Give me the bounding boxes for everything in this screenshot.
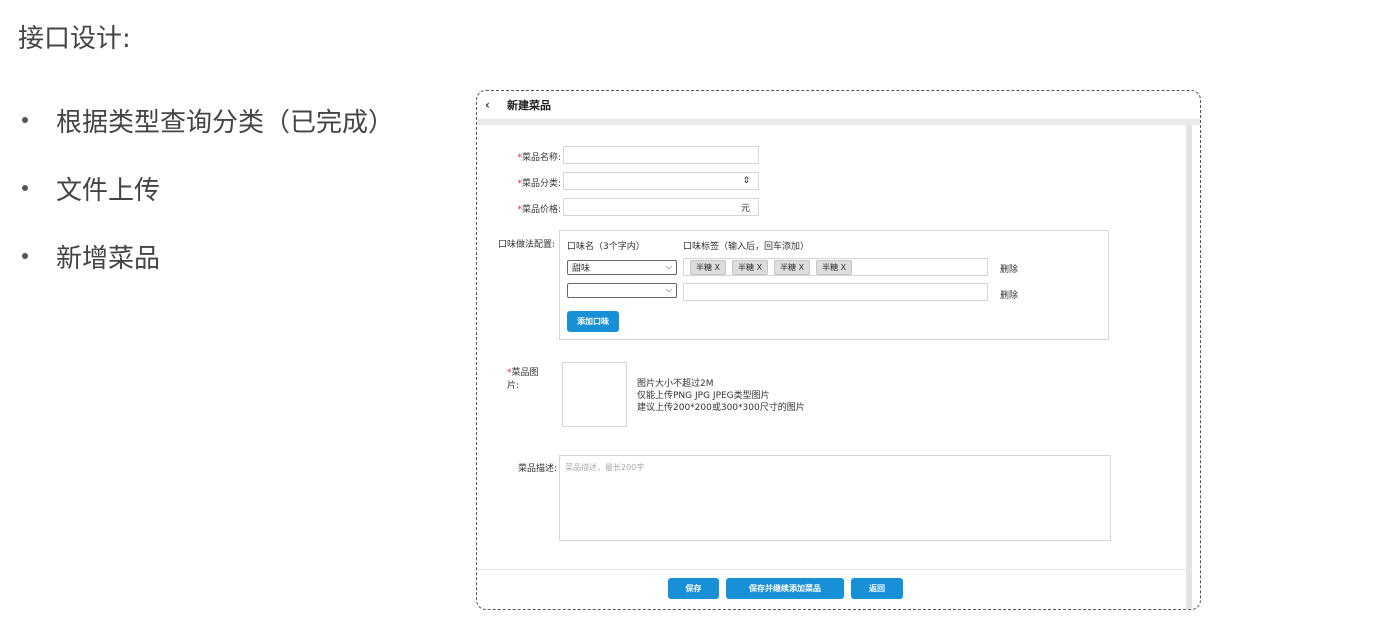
- dish-image-label: *菜品图片:: [507, 368, 539, 391]
- flavor-tag[interactable]: 半糖 X: [774, 259, 811, 275]
- bullet-text: 文件上传: [56, 175, 161, 206]
- dish-description-label: 菜品描述:: [517, 464, 557, 474]
- dish-category-label: *菜品分类:: [517, 179, 561, 189]
- back-button[interactable]: 返回: [851, 578, 903, 599]
- dish-name-label: *菜品名称:: [517, 153, 561, 163]
- dish-description-textarea[interactable]: 菜品描述，最长200字: [559, 455, 1111, 541]
- chevron-down-icon: ⌵: [665, 262, 672, 271]
- back-chevron-icon[interactable]: ‹: [485, 98, 499, 112]
- flavor-tag[interactable]: 半糖 X: [732, 259, 769, 275]
- bullet-dot: [22, 185, 28, 191]
- price-unit: 元: [740, 203, 750, 214]
- description-placeholder: 菜品描述，最长200字: [565, 463, 645, 472]
- bullet-dot: [22, 253, 28, 259]
- dish-price-input[interactable]: 元: [563, 198, 759, 216]
- select-arrow-icon: ⇕: [742, 176, 750, 186]
- save-and-continue-button[interactable]: 保存并继续添加菜品: [726, 578, 844, 599]
- bullet-item: 根据类型查询分类（已完成）: [22, 86, 394, 154]
- flavor-name-value: 甜味: [572, 264, 591, 274]
- bullet-text: 根据类型查询分类（已完成）: [56, 107, 395, 138]
- window-header: ‹ 新建菜品: [477, 91, 1200, 119]
- flavor-tags-input[interactable]: [683, 283, 988, 301]
- bullet-item: 文件上传: [22, 154, 394, 222]
- flavor-tag[interactable]: 半糖 X: [690, 259, 727, 275]
- dish-price-label: *菜品价格:: [517, 205, 561, 215]
- add-flavor-button[interactable]: 添加口味: [567, 311, 619, 332]
- dish-category-select[interactable]: ⇕: [563, 172, 759, 190]
- flavor-tag[interactable]: 半糖 X: [816, 259, 853, 275]
- flavor-tags-header: 口味标签（输入后，回车添加）: [683, 242, 810, 252]
- delete-flavor-link[interactable]: 删除: [1000, 288, 1018, 301]
- flavor-tags-input[interactable]: 半糖 X 半糖 X 半糖 X 半糖 X: [683, 258, 988, 276]
- image-upload-box[interactable]: [562, 362, 627, 427]
- dish-name-input[interactable]: [563, 146, 759, 164]
- bullet-item: 新增菜品: [22, 222, 394, 290]
- save-button[interactable]: 保存: [668, 578, 719, 599]
- image-hint: 建议上传200*200或300*300尺寸的图片: [637, 403, 805, 413]
- chevron-down-icon: ⌵: [665, 285, 672, 294]
- bullet-dot: [22, 117, 28, 123]
- flavor-name-select[interactable]: ⌵: [567, 283, 677, 298]
- delete-flavor-link[interactable]: 删除: [1000, 262, 1018, 275]
- flavor-config-box: 口味名（3个字内） 口味标签（输入后，回车添加） 甜味 ⌵ 半糖 X 半糖 X …: [559, 230, 1109, 340]
- form-body: *菜品名称: *菜品分类: ⇕ *菜品价格: 元 口味做法配置: 口味名（3个字…: [477, 125, 1187, 609]
- bullet-text: 新增菜品: [56, 243, 161, 274]
- bullet-list: 根据类型查询分类（已完成） 文件上传 新增菜品: [22, 86, 394, 290]
- flavor-config-label: 口味做法配置:: [497, 240, 555, 250]
- flavor-name-header: 口味名（3个字内）: [567, 242, 645, 252]
- flavor-name-select[interactable]: 甜味 ⌵: [567, 260, 677, 275]
- slide-title: 接口设计:: [18, 24, 131, 54]
- footer-divider: [477, 569, 1187, 570]
- window-title: 新建菜品: [507, 99, 551, 112]
- new-dish-window: ‹ 新建菜品 *菜品名称: *菜品分类: ⇕ *菜品价格: 元 口味做法配置: …: [476, 90, 1201, 610]
